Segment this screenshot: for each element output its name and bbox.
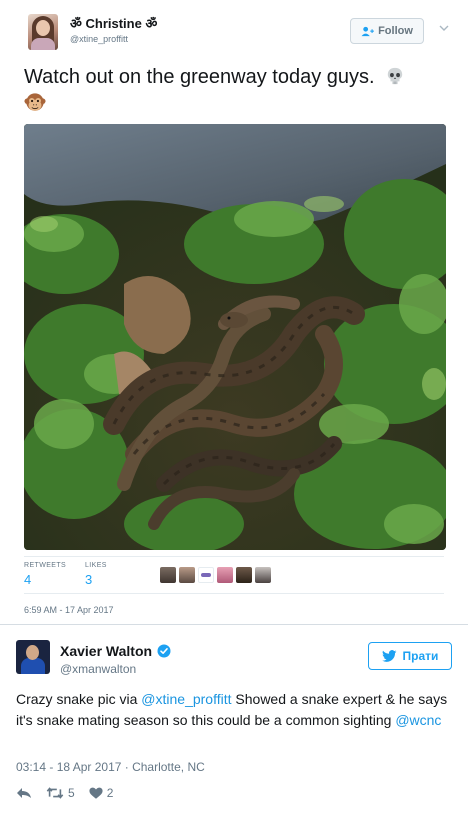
mention-link[interactable]: @xtine_proffitt [141, 691, 231, 707]
reply-tweet-text: Crazy snake pic via @xtine_proffitt Show… [16, 689, 456, 731]
text-part: Crazy snake pic via [16, 691, 142, 707]
follow-button[interactable]: Follow [350, 18, 424, 44]
xavier-handle[interactable]: @xmanwalton [60, 662, 136, 676]
liker-avatar[interactable] [179, 567, 195, 583]
likes-stat[interactable]: LIKES 3 [85, 562, 107, 587]
xavier-name-row[interactable]: Xavier Walton [60, 643, 171, 659]
follow-button[interactable]: Прати [368, 642, 452, 670]
liker-avatar[interactable] [236, 567, 252, 583]
chevron-down-icon[interactable] [438, 22, 450, 34]
retweet-count: 5 [68, 786, 75, 800]
tweet-photo[interactable] [24, 124, 446, 550]
retweets-count: 4 [24, 572, 32, 587]
retweet-action[interactable]: 5 [46, 786, 75, 800]
om-symbol-left: ॐ [70, 16, 82, 31]
retweet-icon [46, 787, 64, 799]
heart-icon [89, 787, 103, 799]
christine-name[interactable]: ॐ Christine ॐ [70, 14, 157, 32]
om-symbol-right: ॐ [145, 16, 158, 31]
likes-label: LIKES [85, 562, 107, 569]
twitter-bird-icon [381, 650, 396, 662]
follow-label: Прати [402, 649, 439, 663]
liker-avatar[interactable] [217, 567, 233, 583]
tweet-actions: 5 2 [16, 786, 113, 800]
like-count: 2 [106, 786, 114, 800]
liker-avatar[interactable] [160, 567, 176, 583]
monkey-face-icon [24, 93, 46, 111]
christine-avatar[interactable] [28, 14, 58, 50]
reply-action[interactable] [16, 786, 32, 800]
verified-badge-icon [157, 644, 171, 658]
snake-photo-image [24, 124, 446, 550]
liker-avatar[interactable] [255, 567, 271, 583]
liker-avatar[interactable] [198, 567, 214, 583]
like-action[interactable]: 2 [89, 786, 114, 800]
xavier-avatar[interactable] [16, 640, 50, 674]
author-name: Xavier Walton [60, 643, 153, 659]
reply-icon [17, 788, 31, 798]
retweets-stat[interactable]: RETWEETS 4 [24, 562, 66, 587]
add-user-icon [361, 26, 374, 36]
tweet-body: Watch out on the greenway today guys. [24, 66, 375, 88]
mention-link[interactable]: @wcnc [395, 712, 441, 728]
christine-handle[interactable]: @xtine_proffitt [70, 34, 128, 44]
stats-divider-top [24, 556, 444, 557]
reply-timestamp[interactable]: 03:14 - 18 Apr 2017 · Charlotte, NC [16, 760, 205, 774]
follow-label: Follow [378, 25, 413, 37]
retweets-label: RETWEETS [24, 562, 67, 569]
stats-divider-bottom [24, 593, 444, 594]
tweet-text: Watch out on the greenway today guys. [24, 64, 444, 114]
likes-count: 3 [85, 572, 93, 587]
tweet-timestamp[interactable]: 6:59 AM - 17 Apr 2017 [24, 605, 114, 615]
skull-icon [387, 67, 403, 85]
liker-avatars [160, 567, 271, 583]
author-name: Christine [85, 16, 142, 31]
section-divider [0, 624, 468, 625]
